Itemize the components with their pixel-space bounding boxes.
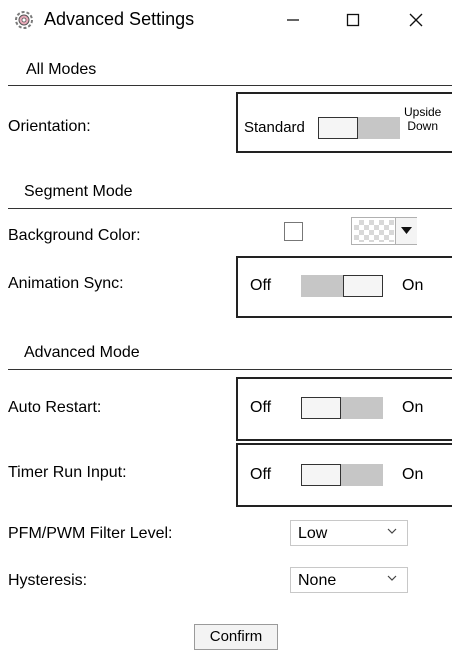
orientation-switch[interactable] — [318, 117, 400, 139]
timer-run-input-on-label: On — [402, 466, 424, 483]
background-color-checkbox[interactable] — [284, 222, 303, 241]
timer-run-input-off-label: Off — [250, 466, 272, 483]
orientation-upside-down-label: Upside Down — [404, 105, 442, 133]
animation-sync-on-label: On — [402, 277, 424, 294]
section-divider — [8, 369, 452, 370]
switch-knob[interactable] — [301, 464, 341, 486]
section-heading-advanced-mode: Advanced Mode — [24, 344, 140, 361]
color-picker-dropdown-button[interactable] — [395, 218, 417, 244]
switch-knob[interactable] — [318, 117, 358, 139]
minimize-icon — [287, 19, 299, 21]
chevron-down-icon — [387, 528, 397, 534]
auto-restart-switch[interactable] — [301, 397, 383, 419]
hysteresis-dropdown[interactable]: None — [290, 567, 408, 593]
background-color-label: Background Color: — [8, 227, 141, 244]
close-icon — [409, 13, 423, 27]
chevron-down-icon — [387, 575, 397, 581]
animation-sync-switch[interactable] — [301, 275, 383, 297]
window-title: Advanced Settings — [44, 9, 195, 29]
section-heading-all-modes: All Modes — [26, 61, 97, 78]
background-color-picker[interactable] — [351, 217, 417, 245]
timer-run-input-toggle-group: Off On — [236, 443, 452, 507]
hysteresis-value: None — [298, 572, 337, 589]
minimize-button[interactable] — [270, 4, 316, 36]
section-heading-segment-mode: Segment Mode — [24, 183, 133, 200]
section-divider — [8, 208, 452, 209]
filter-level-label: PFM/PWM Filter Level: — [8, 525, 173, 542]
title-bar: Advanced Settings — [0, 0, 452, 40]
close-button[interactable] — [393, 4, 439, 36]
auto-restart-toggle-group: Off On — [236, 377, 452, 441]
switch-knob[interactable] — [343, 275, 383, 297]
timer-run-input-label: Timer Run Input: — [8, 464, 127, 481]
auto-restart-off-label: Off — [250, 399, 272, 416]
section-divider — [8, 85, 452, 86]
chevron-down-icon — [401, 227, 412, 234]
filter-level-dropdown[interactable]: Low — [290, 520, 408, 546]
maximize-button[interactable] — [330, 4, 376, 36]
auto-restart-on-label: On — [402, 399, 424, 416]
color-swatch — [354, 220, 394, 242]
animation-sync-toggle-group: Off On — [236, 256, 452, 318]
timer-run-input-switch[interactable] — [301, 464, 383, 486]
auto-restart-label: Auto Restart: — [8, 399, 102, 416]
maximize-icon — [346, 13, 360, 27]
filter-level-value: Low — [298, 525, 328, 542]
confirm-button[interactable]: Confirm — [194, 624, 278, 650]
animation-sync-off-label: Off — [250, 277, 272, 294]
orientation-label: Orientation: — [8, 118, 91, 135]
orientation-standard-label: Standard — [244, 119, 305, 136]
orientation-toggle-group: Standard Upside Down — [236, 92, 452, 153]
hysteresis-label: Hysteresis: — [8, 572, 88, 589]
switch-knob[interactable] — [301, 397, 341, 419]
gear-icon — [14, 10, 34, 30]
animation-sync-label: Animation Sync: — [8, 275, 124, 292]
